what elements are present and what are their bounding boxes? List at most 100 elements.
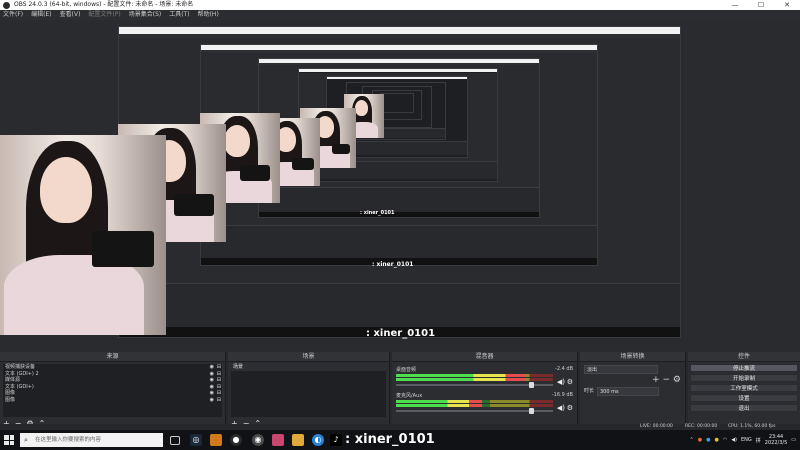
menu-view[interactable]: 查看(V) bbox=[60, 10, 81, 20]
system-tray: ⌃ ● ● ● ◠ ◀) ENG 拼 23:44 2022/3/5 ▭ bbox=[690, 430, 797, 450]
gear-icon[interactable]: ⚙ bbox=[567, 404, 573, 412]
duration-label: 时长 bbox=[584, 388, 595, 394]
transitions-dock: 场景转换 淡出 + − ⚙ 时长 300 ms bbox=[580, 352, 686, 430]
scenes-dock: 场景 场景 + − ⌃ ⌄ bbox=[228, 352, 390, 430]
preview-canvas[interactable]: : xiner_0101 : xiner_0101 : xiner_0101 bbox=[0, 20, 800, 352]
level-meter-fill bbox=[396, 374, 525, 377]
tiktok-icon[interactable]: ♪ bbox=[330, 434, 342, 446]
menu-edit[interactable]: 编辑(E) bbox=[31, 10, 51, 20]
volume-icon[interactable]: ◀) bbox=[731, 437, 737, 443]
transition-settings-icon[interactable]: ⚙ bbox=[673, 375, 681, 385]
menu-profile[interactable]: 配置文件(P) bbox=[88, 10, 120, 20]
sources-title: 来源 bbox=[0, 352, 225, 362]
settings-button[interactable]: 设置 bbox=[690, 394, 798, 402]
mixer-channel-desktop: 桌面音频 -2.4 dB ◀) ⚙ bbox=[396, 366, 573, 390]
channel-name: 麦克风/Aux bbox=[396, 393, 423, 399]
source-label: 图像 bbox=[5, 390, 16, 396]
webcam-feed-main bbox=[0, 135, 166, 335]
eye-icon[interactable]: ◉ bbox=[210, 397, 214, 404]
source-label: 图像 bbox=[5, 396, 16, 403]
windows-start-icon[interactable] bbox=[4, 435, 14, 445]
wifi-icon[interactable]: ◠ bbox=[723, 437, 727, 443]
mixer-dock: 混音器 桌面音频 -2.4 dB ◀) ⚙ 麦克风/Aux -16.9 dB ◀… bbox=[392, 352, 578, 430]
window-titlebar: OBS 24.0.3 (64-bit, windows) - 配置文件: 未命名… bbox=[0, 0, 800, 10]
level-meter-fill bbox=[396, 404, 483, 407]
notification-icon[interactable]: ▭ bbox=[791, 437, 796, 443]
sources-list[interactable]: 视频捕获设备 ◉ ⊟ 文本 (GDI+) 2 ◉ ⊟ 媒体源 ◉ ⊟ 文本 (GDI+) ◉ ⊟… bbox=[3, 364, 222, 417]
channel-db: -2.4 dB bbox=[555, 366, 573, 372]
dock-area: 来源 视频捕获设备 ◉ ⊟ 文本 (GDI+) 2 ◉ ⊟ 媒体源 ◉ ⊟ 文本 (GDI+… bbox=[0, 352, 800, 430]
lock-icon[interactable]: ⊟ bbox=[217, 397, 221, 404]
window-title: OBS 24.0.3 (64-bit, windows) - 配置文件: 未命名… bbox=[14, 1, 194, 8]
app-icon-orange[interactable] bbox=[210, 434, 222, 446]
level-meter bbox=[396, 400, 553, 403]
window-controls: — ☐ ✕ bbox=[722, 0, 800, 10]
menu-bar: 文件(F) 编辑(E) 查看(V) 配置文件(P) 场景集合(S) 工具(T) … bbox=[0, 10, 800, 20]
tray-app-icon[interactable]: ● bbox=[706, 437, 710, 443]
level-meter bbox=[396, 378, 553, 381]
duration-row: 时长 300 ms bbox=[584, 387, 681, 396]
level-meter-fill bbox=[396, 378, 525, 381]
mixer-channel-mic: 麦克风/Aux -16.9 dB ◀) ⚙ bbox=[396, 392, 573, 416]
menu-help[interactable]: 帮助(H) bbox=[198, 10, 219, 20]
scenes-title: 场景 bbox=[228, 352, 389, 362]
studio-mode-button[interactable]: 工作室模式 bbox=[690, 384, 798, 392]
transitions-title: 场景转换 bbox=[580, 352, 685, 362]
transition-select[interactable]: 淡出 bbox=[584, 365, 658, 374]
channel-name: 桌面音频 bbox=[396, 367, 417, 373]
level-meter-fill bbox=[396, 400, 483, 403]
taskbar-handle-text: : xiner_0101 bbox=[345, 432, 435, 447]
volume-slider[interactable] bbox=[396, 382, 553, 388]
menu-file[interactable]: 文件(F) bbox=[3, 10, 23, 20]
windows-taskbar: ⌕ 在这里输入你要搜索的内容 ◎ ● ◉ ◐ ♪ : xiner_0101 ⌃ … bbox=[0, 430, 800, 450]
speaker-icon[interactable]: ◀) bbox=[557, 404, 565, 412]
close-button[interactable]: ✕ bbox=[774, 0, 800, 10]
taskbar-clock[interactable]: 23:44 2022/3/5 bbox=[765, 434, 787, 446]
gear-icon[interactable]: ⚙ bbox=[567, 378, 573, 386]
maximize-button[interactable]: ☐ bbox=[748, 0, 774, 10]
clock-date: 2022/3/5 bbox=[764, 440, 788, 446]
scenes-list[interactable]: 场景 bbox=[231, 364, 386, 417]
app-icon-pink[interactable] bbox=[272, 434, 284, 446]
ime-icon[interactable]: 拼 bbox=[756, 437, 761, 444]
level-meter bbox=[396, 374, 553, 377]
controls-dock: 控件 停止推流 开始录制 工作室模式 设置 退出 bbox=[688, 352, 800, 430]
nested-handle-1: : xiner_0101 bbox=[366, 328, 436, 339]
tray-app-icon[interactable]: ● bbox=[698, 437, 702, 443]
add-transition-button[interactable]: + bbox=[652, 375, 660, 385]
obs-taskbar-icon[interactable]: ● bbox=[230, 434, 242, 446]
volume-slider-knob[interactable] bbox=[529, 382, 535, 388]
language-indicator[interactable]: ENG bbox=[741, 437, 752, 443]
menu-tools[interactable]: 工具(T) bbox=[169, 10, 189, 20]
start-recording-button[interactable]: 开始录制 bbox=[690, 374, 798, 382]
menu-scene-collection[interactable]: 场景集合(S) bbox=[129, 10, 162, 20]
source-label: 文本 (GDI+) 2 bbox=[5, 370, 39, 377]
obs-app-icon bbox=[3, 2, 10, 9]
source-label: 视频捕获设备 bbox=[5, 364, 36, 370]
steam-icon[interactable]: ◎ bbox=[190, 434, 202, 446]
exit-button[interactable]: 退出 bbox=[690, 404, 798, 412]
remove-transition-button[interactable]: − bbox=[663, 375, 671, 385]
taskbar-search-input[interactable]: ⌕ 在这里输入你要搜索的内容 bbox=[20, 433, 163, 447]
stop-streaming-button[interactable]: 停止推流 bbox=[690, 364, 798, 372]
source-item[interactable]: 图像 ◉ ⊟ bbox=[3, 397, 222, 404]
minimize-button[interactable]: — bbox=[722, 0, 748, 10]
tray-chevron-icon[interactable]: ⌃ bbox=[690, 437, 694, 443]
scene-item[interactable]: 场景 bbox=[231, 364, 386, 371]
source-label: 媒体源 bbox=[5, 377, 21, 383]
tray-app-icon[interactable]: ● bbox=[714, 437, 718, 443]
speaker-icon[interactable]: ◀) bbox=[557, 378, 565, 386]
volume-slider[interactable] bbox=[396, 408, 553, 414]
transition-row: 淡出 bbox=[584, 365, 681, 374]
volume-slider-knob[interactable] bbox=[529, 408, 535, 414]
search-placeholder: 在这里输入你要搜索的内容 bbox=[35, 437, 102, 443]
task-view-icon[interactable] bbox=[170, 436, 180, 445]
search-icon: ⌕ bbox=[24, 436, 28, 444]
nested-handle-2: : xiner_0101 bbox=[372, 261, 414, 268]
explorer-icon[interactable] bbox=[292, 434, 304, 446]
qq-icon[interactable]: ◐ bbox=[312, 434, 324, 446]
duration-input[interactable]: 300 ms bbox=[597, 387, 659, 396]
browser-icon[interactable]: ◉ bbox=[252, 434, 264, 446]
transition-buttons: + − ⚙ bbox=[584, 376, 681, 385]
source-label: 文本 (GDI+) bbox=[5, 383, 34, 390]
